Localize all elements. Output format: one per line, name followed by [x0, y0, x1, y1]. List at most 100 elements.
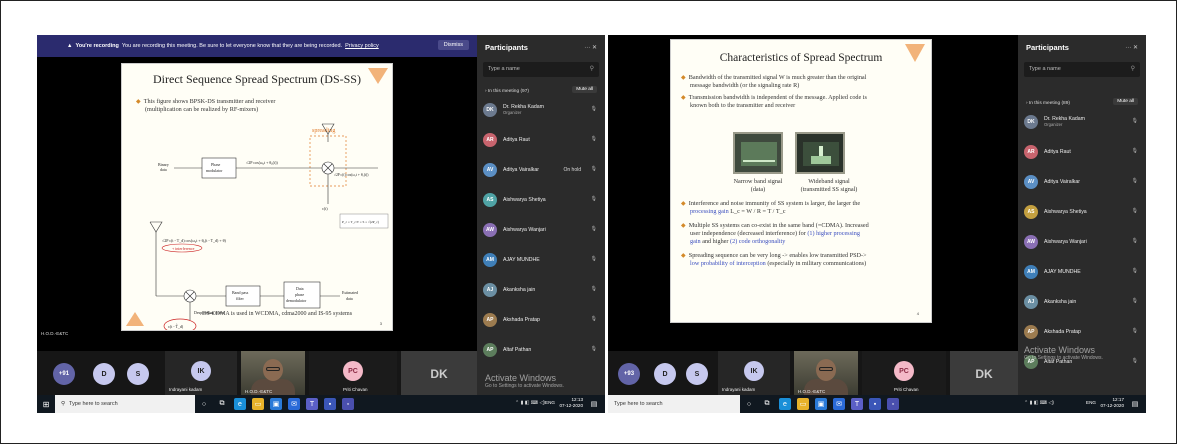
cortana-icon[interactable]: ○ — [198, 398, 210, 410]
participant-tile-dk[interactable]: DK — [950, 351, 1018, 397]
in-meeting-section[interactable]: › In this meeting (97) — [485, 89, 529, 94]
cortana-icon[interactable]: ○ — [743, 398, 755, 410]
edge-browser-icon[interactable]: e — [234, 398, 246, 410]
participant-row[interactable]: AM AJAY MUNDHE 🎙 — [1024, 263, 1140, 281]
presenter-camera-tile[interactable]: H.O.D.-E&TC — [794, 351, 858, 397]
svg-text:c(t): c(t) — [322, 206, 328, 211]
participant-row[interactable]: AP Akshada Pratap 🎙 — [1024, 323, 1140, 341]
mic-muted-icon[interactable]: 🎙 — [1132, 178, 1138, 184]
participant-search-input[interactable]: Type a name ⚲ — [483, 62, 599, 77]
taskbar-search-box[interactable]: Type here to search — [608, 395, 740, 413]
store-icon[interactable]: ▣ — [270, 398, 282, 410]
participant-row[interactable]: AS Aishwarya Shetiya 🎙 — [1024, 203, 1140, 221]
participant-row[interactable]: AV Aditya Vairalkar On hold 🎙 — [483, 161, 599, 179]
mic-muted-icon[interactable]: 🎙 — [1132, 118, 1138, 124]
privacy-policy-link[interactable]: Privacy policy — [345, 43, 379, 49]
mic-muted-icon[interactable]: 🎙 — [1132, 148, 1138, 154]
system-tray-icons[interactable]: ⌃ ▮ ◧ ⌨ ◁) — [1024, 400, 1054, 406]
mail-icon[interactable]: ✉ — [833, 398, 845, 410]
participant-tile-pc[interactable]: PC Priti Chavan — [309, 351, 397, 397]
teams-icon[interactable]: T — [306, 398, 318, 410]
participant-row[interactable]: AJ Akanksha jain 🎙 — [1024, 293, 1140, 311]
mic-muted-icon[interactable]: 🎙 — [591, 256, 597, 262]
participant-row[interactable]: DK Dr. Rekha Kadam Organizer 🎙 — [1024, 113, 1140, 131]
slide-page-number: 3 — [379, 321, 382, 326]
svg-text:phase: phase — [295, 292, 304, 297]
participant-row[interactable]: AW Aishwarya Wanjari 🎙 — [1024, 233, 1140, 251]
mic-muted-icon[interactable]: 🎙 — [591, 316, 597, 322]
mic-muted-icon[interactable]: 🎙 — [591, 196, 597, 202]
mic-muted-icon[interactable]: 🎙 — [591, 346, 597, 352]
more-participants-badge[interactable]: +93 — [618, 363, 640, 385]
participant-tile-pc[interactable]: PC Priti Chavan — [862, 351, 946, 397]
taskbar-search-box[interactable]: ⚲ Type here to search — [55, 395, 195, 413]
participant-search-input[interactable]: Type a name ⚲ — [1024, 62, 1140, 77]
mic-muted-icon[interactable]: 🎙 — [1132, 208, 1138, 214]
participant-row[interactable]: AR Aditya Raut 🎙 — [1024, 143, 1140, 161]
file-explorer-icon[interactable]: ▭ — [797, 398, 809, 410]
participant-tile-d[interactable]: D — [654, 363, 676, 385]
participant-tile-ik[interactable]: IK Indrayani kadam — [165, 351, 237, 397]
avatar: AV — [1024, 175, 1038, 189]
notifications-icon[interactable]: ▤ — [1129, 398, 1141, 410]
mic-muted-icon[interactable]: 🎙 — [1132, 358, 1138, 364]
dsss-diagram: spreading Binary data Phase modulator √2… — [149, 123, 389, 330]
participant-row[interactable]: AP Altaf Pathan 🎙 — [483, 341, 599, 359]
mail-icon[interactable]: ✉ — [288, 398, 300, 410]
panel-controls[interactable]: ··· ✕ — [1125, 44, 1138, 51]
participant-tile-dk[interactable]: DK — [401, 351, 477, 397]
mic-muted-icon[interactable]: 🎙 — [1132, 238, 1138, 244]
system-clock[interactable]: ENG 12:13 07-12-2020 — [545, 397, 583, 409]
svg-text:Data: Data — [296, 286, 304, 291]
mic-muted-icon[interactable]: 🎙 — [591, 286, 597, 292]
participant-row[interactable]: AR Aditya Raut 🎙 — [483, 131, 599, 149]
participant-row[interactable]: AV Aditya Vairalkar 🎙 — [1024, 173, 1140, 191]
mute-all-button[interactable]: Mute all — [1113, 98, 1138, 105]
slide-bullet-1: ◆ Bandwidth of the transmitted signal W i… — [681, 74, 867, 89]
mic-muted-icon[interactable]: 🎙 — [591, 226, 597, 232]
notifications-icon[interactable]: ▤ — [588, 398, 600, 410]
mic-muted-icon[interactable]: 🎙 — [591, 136, 597, 142]
participant-row[interactable]: AM AJAY MUNDHE 🎙 — [483, 251, 599, 269]
participant-tile-s[interactable]: S — [686, 363, 708, 385]
in-meeting-section[interactable]: › In this meeting (89) — [1026, 101, 1070, 106]
windows-start-icon[interactable]: ⊞ — [37, 395, 55, 413]
participant-name: Aditya Vairalkar — [1044, 179, 1080, 185]
app-icon-2[interactable]: ▫ — [887, 398, 899, 410]
app-icon-2[interactable]: ▫ — [342, 398, 354, 410]
mute-all-button[interactable]: Mute all — [572, 86, 597, 93]
mic-muted-icon[interactable]: 🎙 — [1132, 328, 1138, 334]
participant-name: Akanksha jain — [1044, 299, 1077, 305]
task-view-icon[interactable]: ⧉ — [216, 398, 228, 410]
participant-name: Aishwarya Shetiya — [503, 197, 546, 203]
participant-row[interactable]: DK Dr. Rekha Kadam Organizer 🎙 — [483, 101, 599, 119]
mic-muted-icon[interactable]: 🎙 — [1132, 268, 1138, 274]
file-explorer-icon[interactable]: ▭ — [252, 398, 264, 410]
narrow-band-image — [733, 132, 783, 174]
mic-muted-icon[interactable]: 🎙 — [591, 166, 597, 172]
system-clock[interactable]: ENG 12:17 07-12-2020 — [1086, 397, 1124, 409]
presenter-camera-tile[interactable]: H.O.D.-E&TC — [241, 351, 305, 397]
participant-tile-s[interactable]: S — [127, 363, 149, 385]
app-icon[interactable]: ▪ — [324, 398, 336, 410]
participant-row[interactable]: AP Akshada Pratap 🎙 — [483, 311, 599, 329]
system-tray-icons[interactable]: ⌃ ▮ ◧ ⌨ ◁) — [515, 400, 545, 406]
participant-row[interactable]: AJ Akanksha jain 🎙 — [483, 281, 599, 299]
app-icon[interactable]: ▪ — [869, 398, 881, 410]
mic-muted-icon[interactable]: 🎙 — [591, 106, 597, 112]
slide-page-number: 4 — [916, 311, 919, 316]
left-screenshot: ▲ You're recording You are recording thi… — [37, 35, 605, 413]
dismiss-button[interactable]: Dismiss — [437, 40, 469, 50]
teams-icon[interactable]: T — [851, 398, 863, 410]
panel-controls[interactable]: ··· ✕ — [584, 44, 597, 51]
more-participants-badge[interactable]: +91 — [53, 363, 75, 385]
participant-tile-d[interactable]: D — [93, 363, 115, 385]
participant-row[interactable]: AS Aishwarya Shetiya 🎙 — [483, 191, 599, 209]
participant-tile-ik[interactable]: IK Indrayani kadam — [718, 351, 790, 397]
slide-bullet-5: ◆ Spreading sequence can be very long -> … — [681, 252, 867, 267]
participant-row[interactable]: AW Aishwarya Wanjari 🎙 — [483, 221, 599, 239]
store-icon[interactable]: ▣ — [815, 398, 827, 410]
mic-muted-icon[interactable]: 🎙 — [1132, 298, 1138, 304]
task-view-icon[interactable]: ⧉ — [761, 398, 773, 410]
edge-browser-icon[interactable]: e — [779, 398, 791, 410]
